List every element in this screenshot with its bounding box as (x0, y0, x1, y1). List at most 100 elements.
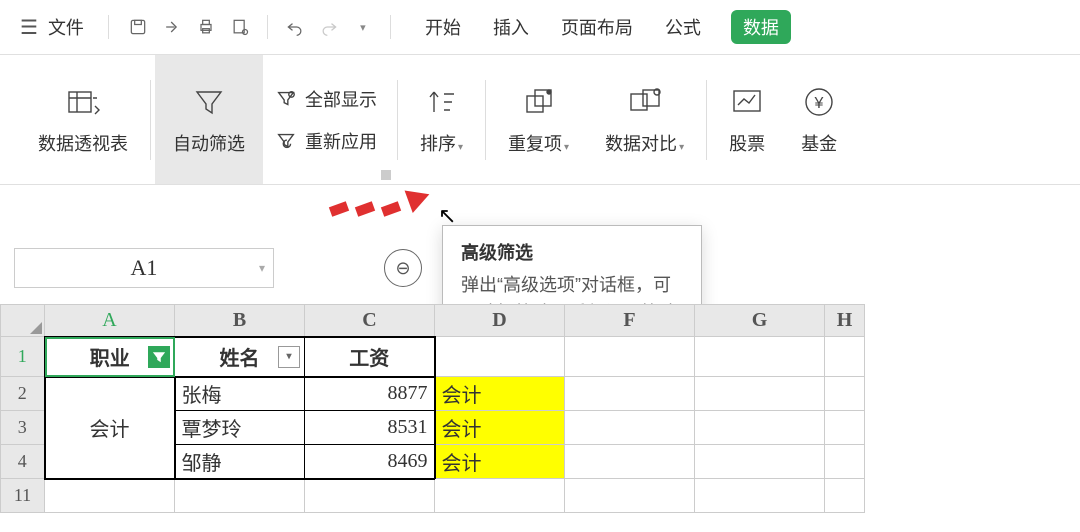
data-compare-button[interactable]: 数据对比▾ (587, 55, 702, 184)
cell-a2-value: 会计 (90, 419, 130, 441)
filter-dialog-launcher[interactable] (381, 170, 391, 180)
cell-a2-merged[interactable]: 会计 (45, 377, 175, 479)
cell-g4[interactable] (695, 445, 825, 479)
separator (108, 15, 109, 39)
cell-b1[interactable]: 姓名 ▾ (175, 337, 305, 377)
cell-d1[interactable] (435, 337, 565, 377)
col-header-b[interactable]: B (175, 305, 305, 337)
cell-a11[interactable] (45, 479, 175, 513)
separator (267, 15, 268, 39)
cell-g3[interactable] (695, 411, 825, 445)
cell-b1-value: 姓名 (220, 348, 260, 370)
sort-label: 排序▾ (420, 130, 463, 156)
cell-h2[interactable] (825, 377, 865, 411)
stock-label: 股票 (729, 130, 765, 156)
preview-icon[interactable] (225, 12, 255, 42)
select-all-corner[interactable] (1, 305, 45, 337)
tab-insert[interactable]: 插入 (491, 10, 531, 44)
col-header-f[interactable]: F (565, 305, 695, 337)
print-icon[interactable] (191, 12, 221, 42)
cell-d2[interactable]: 会计 (435, 377, 565, 411)
cell-d11[interactable] (435, 479, 565, 513)
share-icon[interactable] (157, 12, 187, 42)
zoom-fit-icon[interactable]: ⊖ (384, 249, 422, 287)
row-header-2[interactable]: 2 (1, 377, 45, 411)
cell-c2[interactable]: 8877 (305, 377, 435, 411)
tab-formula[interactable]: 公式 (663, 10, 703, 44)
cell-h3[interactable] (825, 411, 865, 445)
filter-subgroup: 全部显示 重新应用 (263, 55, 389, 184)
cell-c4[interactable]: 8469 (305, 445, 435, 479)
cell-f2[interactable] (565, 377, 695, 411)
autofilter-label: 自动筛选 (173, 130, 245, 156)
cell-b2[interactable]: 张梅 (175, 377, 305, 411)
separator (706, 80, 707, 160)
cell-b11[interactable] (175, 479, 305, 513)
cell-g1[interactable] (695, 337, 825, 377)
cell-f3[interactable] (565, 411, 695, 445)
cell-a1[interactable]: 职业 (45, 337, 175, 377)
chevron-down-icon[interactable]: ▾ (259, 261, 265, 276)
col-header-c[interactable]: C (305, 305, 435, 337)
name-box[interactable]: A1 ▾ (14, 248, 274, 288)
cell-f1[interactable] (565, 337, 695, 377)
annotation-arrow (330, 186, 430, 217)
filter-active-icon[interactable] (148, 346, 170, 368)
hamburger-icon[interactable]: ☰ (20, 15, 38, 40)
col-header-h[interactable]: H (825, 305, 865, 337)
separator (485, 80, 486, 160)
name-box-value: A1 (131, 255, 158, 281)
show-all-button[interactable]: 全部显示 (275, 86, 377, 112)
row-header-11[interactable]: 11 (1, 479, 45, 513)
cell-h4[interactable] (825, 445, 865, 479)
cell-a1-value: 职业 (90, 348, 130, 370)
svg-text:¥: ¥ (814, 95, 824, 112)
fund-button[interactable]: ¥ 基金 (783, 55, 855, 184)
row-header-1[interactable]: 1 (1, 337, 45, 377)
separator (150, 80, 151, 160)
data-compare-label: 数据对比▾ (605, 130, 684, 156)
save-icon[interactable] (123, 12, 153, 42)
spreadsheet-grid[interactable]: A B C D F G H 1 职业 姓名 ▾ 工资 2 会计 张梅 8877 … (0, 304, 865, 513)
cell-c1[interactable]: 工资 (305, 337, 435, 377)
file-menu[interactable]: 文件 (48, 14, 84, 40)
cell-f11[interactable] (565, 479, 695, 513)
cell-c11[interactable] (305, 479, 435, 513)
cell-d3[interactable]: 会计 (435, 411, 565, 445)
titlebar: ☰ 文件 ▾ 开始 插入 页面布局 公式 数据 (0, 0, 1080, 55)
row-header-4[interactable]: 4 (1, 445, 45, 479)
show-all-label: 全部显示 (305, 86, 377, 112)
duplicates-button[interactable]: 重复项▾ (490, 55, 587, 184)
tooltip-title: 高级筛选 (461, 240, 683, 268)
tab-pagelayout[interactable]: 页面布局 (559, 10, 635, 44)
cell-g11[interactable] (695, 479, 825, 513)
col-header-d[interactable]: D (435, 305, 565, 337)
cell-f4[interactable] (565, 445, 695, 479)
ribbon-tabs: 开始 插入 页面布局 公式 数据 (423, 10, 791, 44)
row-header-3[interactable]: 3 (1, 411, 45, 445)
sort-button[interactable]: 排序▾ (402, 55, 481, 184)
cell-d4[interactable]: 会计 (435, 445, 565, 479)
tab-start[interactable]: 开始 (423, 10, 463, 44)
qat-dropdown-icon[interactable]: ▾ (348, 12, 378, 42)
pivot-table-button[interactable]: 数据透视表 (20, 55, 146, 184)
cell-h1[interactable] (825, 337, 865, 377)
cell-b4[interactable]: 邹静 (175, 445, 305, 479)
reapply-button[interactable]: 重新应用 (275, 128, 377, 154)
col-header-a[interactable]: A (45, 305, 175, 337)
undo-icon[interactable] (280, 12, 310, 42)
filter-dropdown-icon[interactable]: ▾ (278, 346, 300, 368)
cell-c3[interactable]: 8531 (305, 411, 435, 445)
pivot-table-label: 数据透视表 (38, 130, 128, 156)
tab-data[interactable]: 数据 (731, 10, 791, 44)
fund-label: 基金 (801, 130, 837, 156)
duplicates-label: 重复项▾ (508, 130, 569, 156)
stock-button[interactable]: 股票 (711, 55, 783, 184)
autofilter-button[interactable]: 自动筛选 (155, 55, 263, 184)
ribbon-data: 数据透视表 自动筛选 全部显示 重新应用 排序▾ 重复项▾ 数据对比▾ 股票 ¥… (0, 55, 1080, 185)
cell-g2[interactable] (695, 377, 825, 411)
cell-b3[interactable]: 覃梦玲 (175, 411, 305, 445)
col-header-g[interactable]: G (695, 305, 825, 337)
cell-h11[interactable] (825, 479, 865, 513)
redo-icon[interactable] (314, 12, 344, 42)
